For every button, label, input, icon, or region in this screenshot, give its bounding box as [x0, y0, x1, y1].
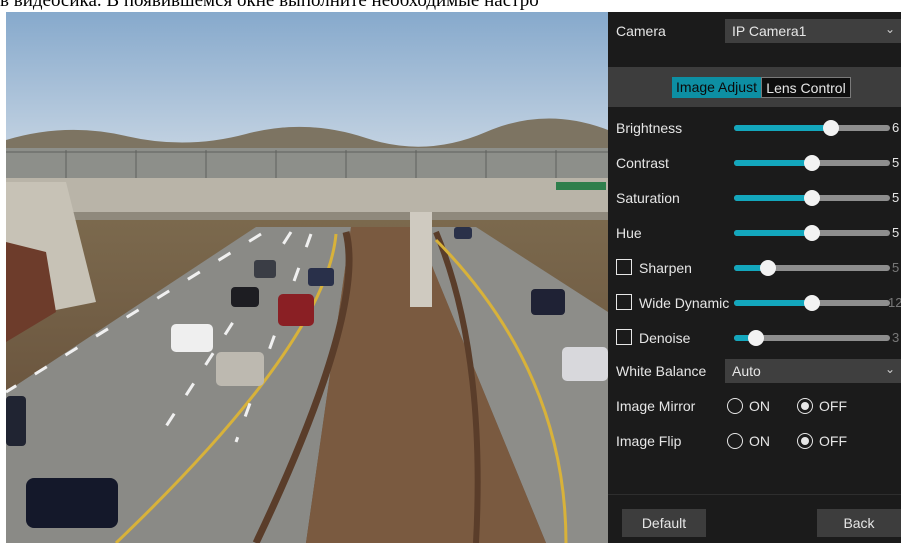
brightness-value: 6 [892, 120, 900, 135]
hue-slider-handle[interactable] [804, 225, 820, 241]
back-button[interactable]: Back [817, 509, 901, 537]
denoise-value: 3 [892, 330, 900, 345]
camera-select[interactable]: IP Camera1 ⌄ [725, 19, 901, 43]
wide-dynamic-slider[interactable] [734, 295, 890, 311]
tab-bar: Image Adjust Lens Control [608, 67, 901, 107]
chevron-down-icon: ⌄ [884, 362, 895, 376]
denoise-label: Denoise [639, 330, 691, 346]
saturation-slider-handle[interactable] [804, 190, 820, 206]
contrast-row: Contrast 5 [608, 148, 901, 178]
image-flip-row: Image Flip ON OFF [608, 426, 901, 456]
wide-dynamic-slider-handle[interactable] [804, 295, 820, 311]
image-mirror-on-label: ON [749, 398, 770, 414]
white-balance-select[interactable]: Auto ⌄ [725, 359, 901, 383]
default-button[interactable]: Default [622, 509, 706, 537]
white-balance-row: White Balance Auto ⌄ [608, 356, 901, 386]
image-flip-on-label: ON [749, 433, 770, 449]
image-mirror-row: Image Mirror ON OFF [608, 391, 901, 421]
denoise-row: Denoise 3 [608, 323, 901, 353]
saturation-label: Saturation [616, 190, 680, 206]
denoise-slider-handle[interactable] [747, 330, 764, 346]
contrast-value: 5 [892, 155, 900, 170]
contrast-label: Contrast [616, 155, 669, 171]
image-mirror-label: Image Mirror [616, 398, 696, 414]
wide-dynamic-slider-fill [734, 300, 812, 306]
hue-value: 5 [892, 225, 900, 240]
image-flip-on-radio[interactable] [727, 433, 743, 449]
wide-dynamic-label: Wide Dynamic [639, 295, 730, 311]
saturation-value: 5 [892, 190, 900, 205]
image-flip-off-radio[interactable] [797, 433, 813, 449]
hue-label: Hue [616, 225, 642, 241]
brightness-slider[interactable] [734, 120, 890, 136]
denoise-slider[interactable] [734, 330, 890, 346]
sharpen-slider-handle[interactable] [760, 260, 777, 276]
image-mirror-off-radio[interactable] [797, 398, 813, 414]
brightness-slider-handle[interactable] [822, 120, 839, 136]
camera-label: Camera [616, 23, 666, 39]
denoise-checkbox[interactable] [616, 329, 632, 345]
sharpen-slider[interactable] [734, 260, 890, 276]
sharpen-value: 5 [892, 260, 900, 275]
wide-dynamic-value: 12 [888, 295, 901, 310]
image-flip-label: Image Flip [616, 433, 682, 449]
sharpen-row: Sharpen 5 [608, 253, 901, 283]
camera-row: Camera IP Camera1 ⌄ [608, 16, 901, 46]
hue-row: Hue 5 [608, 218, 901, 248]
image-settings-panel: Camera IP Camera1 ⌄ Image Adjust Lens Co… [608, 12, 901, 543]
contrast-slider-fill [734, 160, 812, 166]
footer-divider [608, 494, 901, 495]
document-caption: в видеосика. В появившемся окне выполнит… [0, 0, 539, 11]
hue-slider-fill [734, 230, 812, 236]
tab-lens-control[interactable]: Lens Control [761, 77, 851, 98]
image-mirror-off-label: OFF [819, 398, 847, 414]
wide-dynamic-row: Wide Dynamic 12 [608, 288, 901, 318]
sharpen-checkbox[interactable] [616, 259, 632, 275]
chevron-down-icon: ⌄ [884, 22, 895, 36]
camera-select-value: IP Camera1 [732, 23, 807, 39]
brightness-slider-fill [734, 125, 831, 131]
image-flip-off-label: OFF [819, 433, 847, 449]
wide-dynamic-checkbox[interactable] [616, 294, 632, 310]
sharpen-label: Sharpen [639, 260, 692, 276]
white-balance-label: White Balance [616, 363, 707, 379]
white-balance-select-value: Auto [732, 363, 761, 379]
brightness-row: Brightness 6 [608, 113, 901, 143]
hue-slider[interactable] [734, 225, 890, 241]
contrast-slider[interactable] [734, 155, 890, 171]
saturation-slider[interactable] [734, 190, 890, 206]
saturation-slider-fill [734, 195, 812, 201]
camera-preview [6, 12, 608, 543]
saturation-row: Saturation 5 [608, 183, 901, 213]
tab-image-adjust[interactable]: Image Adjust [672, 77, 761, 98]
image-mirror-on-radio[interactable] [727, 398, 743, 414]
highway-scene [6, 12, 608, 543]
contrast-slider-handle[interactable] [804, 155, 820, 171]
brightness-label: Brightness [616, 120, 683, 136]
